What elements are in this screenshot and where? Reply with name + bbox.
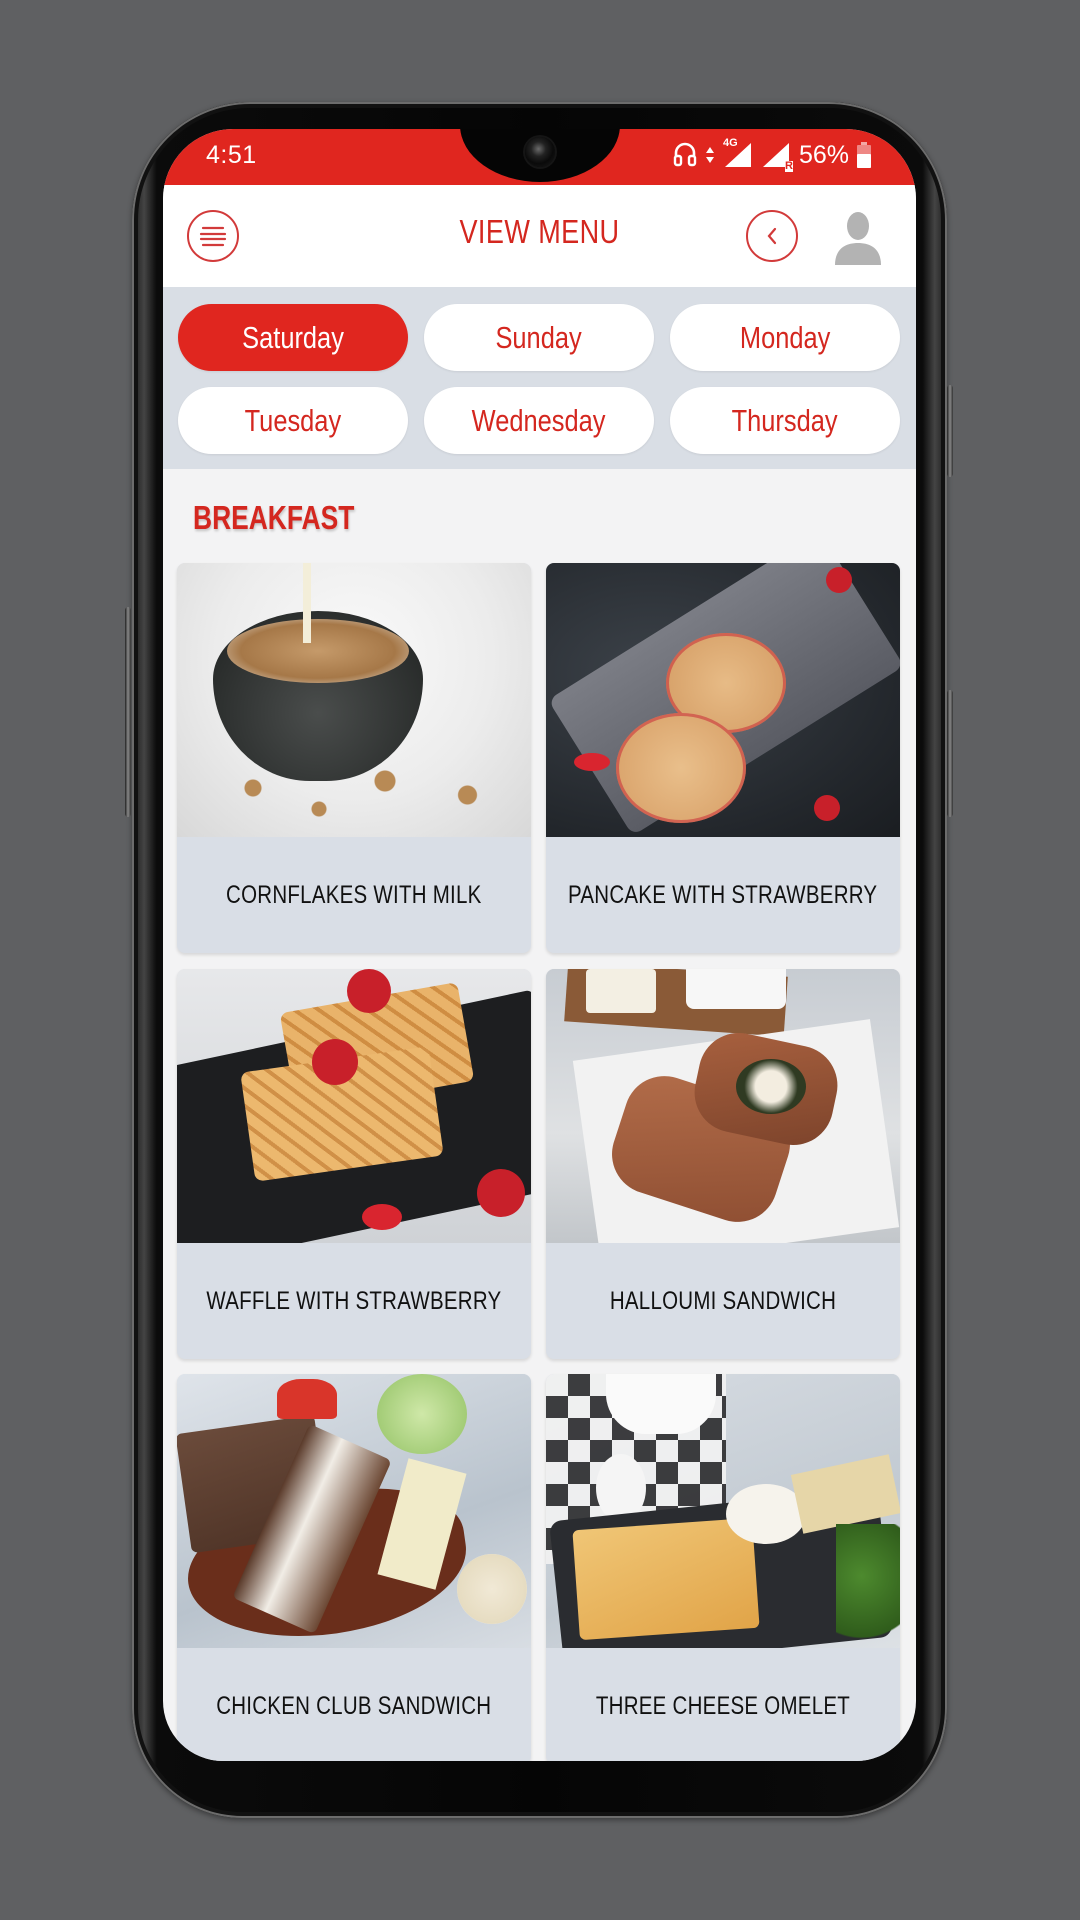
status-bar: 4:51 4G R 56% (163, 129, 916, 185)
data-arrows-icon (705, 147, 714, 163)
menu-item-card[interactable]: CORNFLAKES WITH MILK (177, 563, 531, 953)
hamburger-menu-icon (199, 226, 227, 247)
battery-icon (857, 142, 871, 168)
menu-item-name: PANCAKE WITH STRAWBERRY (568, 880, 878, 909)
day-tab-label: Thursday (732, 402, 838, 438)
menu-item-name: WAFFLE WITH STRAWBERRY (206, 1286, 502, 1315)
phone-side-button-left (125, 607, 131, 817)
day-selector: Saturday Sunday Monday Tuesday Wednesday… (163, 287, 916, 469)
day-tab-saturday[interactable]: Saturday (178, 304, 408, 371)
back-button[interactable] (746, 210, 798, 262)
pancake-photo (546, 563, 900, 837)
day-tab-label: Sunday (495, 319, 583, 355)
phone-volume-button (947, 690, 953, 817)
headphones-icon (673, 142, 697, 167)
roaming-label: R (785, 160, 793, 172)
user-avatar-icon[interactable] (833, 211, 883, 265)
halloumi-photo (546, 969, 900, 1243)
club-sandwich-photo (177, 1374, 531, 1648)
signal-4g-icon: 4G (723, 137, 753, 169)
waffle-photo (177, 969, 531, 1243)
menu-item-name: CORNFLAKES WITH MILK (226, 880, 482, 909)
menu-item-name: THREE CHEESE OMELET (595, 1691, 851, 1720)
menu-item-name: CHICKEN CLUB SANDWICH (216, 1691, 492, 1720)
day-tab-label: Wednesday (472, 402, 606, 438)
day-tab-thursday[interactable]: Thursday (670, 387, 900, 454)
signal-roaming-icon: R (761, 141, 793, 172)
menu-item-card[interactable]: THREE CHEESE OMELET (546, 1374, 900, 1761)
day-tab-monday[interactable]: Monday (670, 304, 900, 371)
section-title: BREAKFAST (193, 499, 355, 536)
battery-percentage: 56% (798, 140, 849, 169)
menu-item-card[interactable]: CHICKEN CLUB SANDWICH (177, 1374, 531, 1761)
menu-item-card[interactable]: HALLOUMI SANDWICH (546, 969, 900, 1359)
phone-power-button (947, 385, 953, 477)
status-time: 4:51 (206, 141, 257, 169)
menu-item-card[interactable]: PANCAKE WITH STRAWBERRY (546, 563, 900, 953)
cornflakes-photo (177, 563, 531, 837)
menu-item-name: HALLOUMI SANDWICH (609, 1286, 837, 1315)
day-tab-label: Monday (739, 319, 831, 355)
status-icons: 4G R 56% (673, 137, 871, 172)
app-screen: 4:51 4G R 56% VIEW MENU Saturday Sunday … (163, 129, 916, 1761)
chevron-left-icon (767, 227, 777, 245)
network-type-label: 4G (722, 137, 738, 149)
day-tab-tuesday[interactable]: Tuesday (178, 387, 408, 454)
menu-item-card[interactable]: WAFFLE WITH STRAWBERRY (177, 969, 531, 1359)
app-header: VIEW MENU (163, 185, 916, 287)
front-camera-icon (525, 137, 555, 167)
day-tab-label: Tuesday (244, 402, 342, 438)
day-tab-sunday[interactable]: Sunday (424, 304, 654, 371)
day-tab-wednesday[interactable]: Wednesday (424, 387, 654, 454)
omelet-photo (546, 1374, 900, 1648)
day-tab-label: Saturday (242, 319, 344, 355)
